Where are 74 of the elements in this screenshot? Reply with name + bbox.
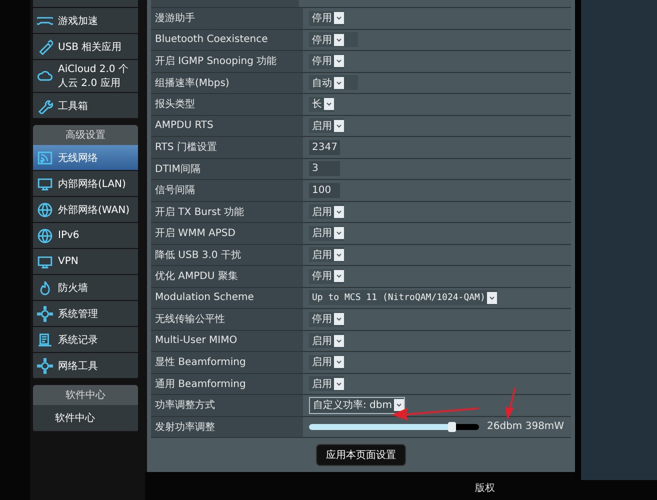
dropdown[interactable]: 长 — [309, 96, 334, 112]
setting-label: 组播速率(Mbps) — [151, 72, 303, 93]
sidebar-item[interactable]: AiCloud 2.0 个人云 2.0 应用 — [33, 60, 138, 93]
dropdown[interactable]: 自定义功率: dbm — [309, 396, 405, 414]
chevron-down-icon — [334, 248, 344, 261]
sidebar-item[interactable]: 工具箱 — [33, 93, 138, 119]
setting-label: Bluetooth Coexistence — [151, 30, 303, 50]
setting-label: 显性 Beamforming — [151, 352, 303, 372]
sidebar-item[interactable]: USB 相关应用 — [33, 34, 138, 60]
setting-label: Modulation Scheme — [151, 288, 303, 308]
wrench-icon — [37, 98, 53, 114]
chevron-down-icon — [334, 206, 344, 218]
setting-label: RTS 门槛设置 — [151, 137, 303, 158]
chevron-down-icon — [334, 313, 344, 326]
chevron-down-icon — [334, 378, 344, 390]
dropdown[interactable]: 启用 — [309, 247, 344, 262]
dropdown[interactable]: 启用 — [309, 333, 344, 348]
dropdown[interactable]: 停用 — [309, 268, 344, 284]
sidebar-item[interactable]: 无线网络 — [33, 145, 138, 171]
setting-label: 开启 WMM APSD — [151, 223, 303, 244]
chevron-down-icon — [394, 399, 404, 412]
monitor-icon — [37, 176, 53, 192]
setting-label: 发射功率调整 — [151, 416, 303, 437]
chevron-down-icon — [334, 76, 344, 89]
section-header: 软件中心 — [33, 385, 138, 405]
chevron-down-icon — [334, 34, 344, 46]
copyright-text: 版权 — [475, 482, 495, 495]
input-field[interactable]: 2347 — [309, 140, 340, 155]
dropdown[interactable]: 启用 — [309, 376, 344, 392]
dropdown[interactable]: 停用 — [309, 312, 344, 327]
setting-label: 开启 IGMP Snooping 功能 — [151, 51, 303, 72]
setting-label: 信号间隔 — [151, 180, 303, 200]
setting-label: 报头类型 — [151, 94, 303, 114]
dropdown[interactable]: 启用 — [309, 354, 344, 370]
log-icon — [37, 332, 53, 348]
wifi-icon — [37, 150, 53, 166]
chevron-down-icon — [487, 292, 498, 304]
chevron-down-icon — [334, 12, 344, 24]
globe-icon — [37, 202, 53, 218]
input-field[interactable]: 100 — [309, 182, 340, 198]
setting-label: 优化 AMPDU 聚集 — [151, 266, 303, 286]
dropdown[interactable]: Up to MCS 11 (NitroQAM/1024-QAM) — [309, 290, 498, 306]
chevron-down-icon — [334, 334, 344, 347]
dropdown[interactable]: 启用 — [309, 118, 344, 134]
chevron-down-icon — [334, 270, 344, 282]
setting-label: 无线传输公平性 — [151, 309, 303, 330]
dropdown[interactable]: 启用 — [309, 204, 344, 220]
chevron-down-icon — [324, 98, 334, 110]
chevron-down-icon — [334, 120, 344, 132]
setting-label: AMPDU RTS — [151, 116, 303, 136]
setting-label: DTIM间隔 — [151, 158, 303, 179]
setting-label: 通用 Beamforming — [151, 374, 303, 394]
power-reading: 26dbm 398mW — [487, 421, 564, 432]
setting-label: 降低 USB 3.0 干扰 — [151, 244, 303, 265]
dropdown[interactable]: 自动 — [309, 75, 358, 90]
section-header: 高级设置 — [33, 125, 138, 145]
setting-label: Multi-User MIMO — [151, 330, 303, 351]
setting-label: 开启 TX Burst 功能 — [151, 202, 303, 222]
slider-track[interactable] — [309, 424, 479, 430]
dropdown[interactable]: 停用 — [309, 32, 358, 48]
chevron-down-icon — [334, 356, 344, 368]
slider-thumb[interactable] — [448, 422, 456, 432]
dropdown[interactable]: 启用 — [309, 226, 344, 241]
chevron-down-icon — [334, 55, 344, 68]
setting-label: 漫游助手 — [151, 8, 303, 28]
apply-button[interactable]: 应用本页面设置 — [316, 444, 406, 466]
chevron-down-icon — [334, 227, 344, 240]
monitor-icon — [37, 254, 53, 270]
dropdown[interactable]: 停用 — [309, 10, 344, 26]
globe-icon — [37, 228, 53, 244]
dropdown[interactable]: 停用 — [309, 54, 344, 69]
input-field[interactable]: 3 — [309, 161, 340, 176]
setting-label: 功率调整方式 — [151, 395, 303, 416]
sidebar-item[interactable]: 游戏加速 — [33, 8, 138, 34]
